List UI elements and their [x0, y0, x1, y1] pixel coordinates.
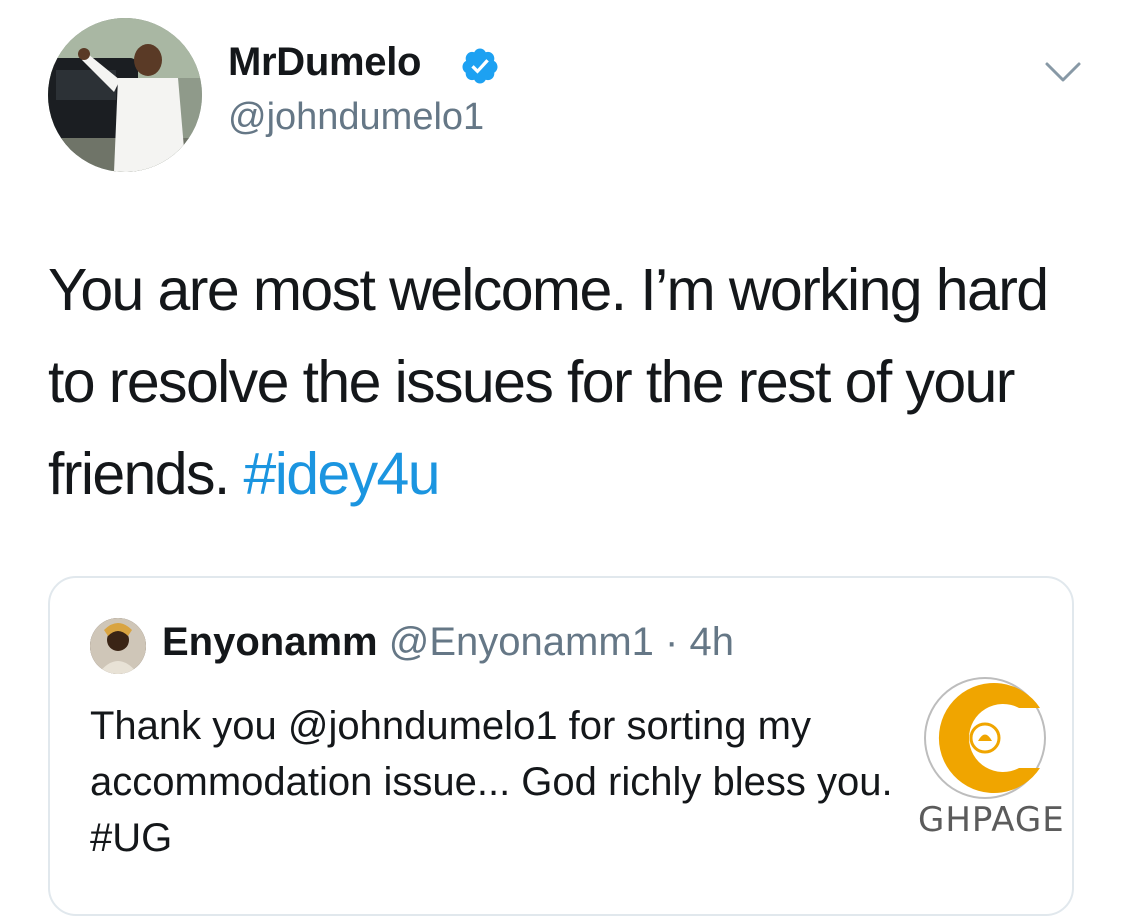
author-display-name[interactable]: MrDumelo	[228, 40, 421, 85]
quoted-author-photo	[90, 618, 146, 674]
quoted-tweet-header: Enyonamm @Enyonamm1 · 4h	[162, 620, 734, 665]
chevron-down-icon[interactable]	[1043, 58, 1083, 88]
author-handle[interactable]: @johndumelo1	[228, 96, 484, 139]
tweet-body: You are most welcome. I’m working hard t…	[48, 244, 1088, 520]
quoted-tweet-time: 4h	[689, 620, 734, 664]
verified-badge-icon	[462, 48, 498, 84]
tweet-detail: MrDumelo @johndumelo1 You are most welco…	[0, 0, 1125, 916]
quoted-author-name[interactable]: Enyonamm	[162, 620, 378, 664]
quoted-author-handle[interactable]: @Enyonamm1	[389, 620, 654, 664]
quoted-tweet-hashtag: #UG	[90, 816, 173, 860]
quoted-tweet-text: Thank you @johndumelo1 for sorting my ac…	[90, 704, 893, 804]
watermark-text: GHPAGE	[918, 800, 1065, 840]
author-avatar[interactable]	[48, 18, 202, 172]
tweet-text: You are most welcome. I’m working hard t…	[48, 257, 1049, 507]
header-separator: ·	[665, 620, 679, 664]
tweet-hashtag-link[interactable]: #idey4u	[243, 441, 440, 507]
author-photo	[48, 18, 202, 172]
quoted-author-avatar	[90, 618, 146, 674]
quoted-tweet-body: Thank you @johndumelo1 for sorting my ac…	[90, 698, 990, 866]
